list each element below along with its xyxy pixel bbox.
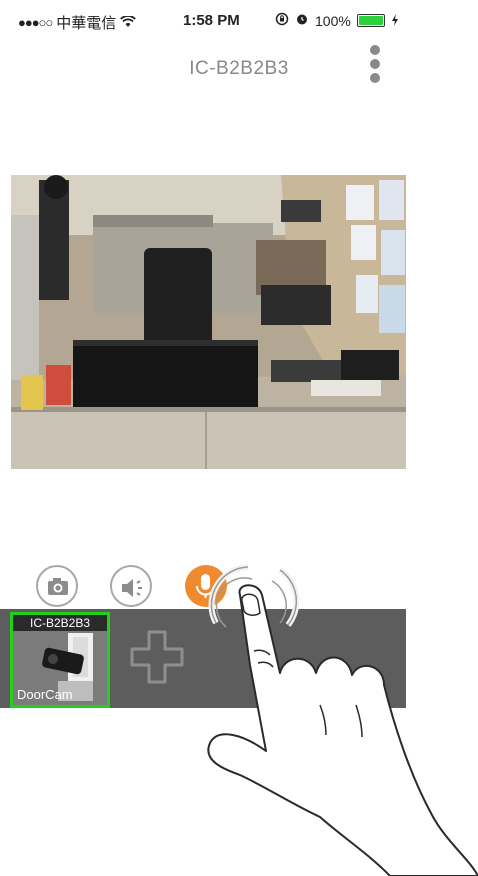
more-dot-icon [370, 59, 380, 69]
camera-icon [48, 578, 68, 595]
carrier-name: 中華電信 [56, 15, 117, 32]
orientation-lock-icon [275, 12, 289, 29]
battery-icon [356, 14, 385, 27]
camera-thumbnail-name: IC-B2B2B3 [13, 615, 107, 631]
more-dot-icon [370, 73, 380, 83]
speaker-icon [122, 579, 142, 597]
plus-icon [130, 630, 184, 684]
add-camera-button[interactable] [122, 622, 192, 692]
wifi-icon [120, 14, 137, 31]
status-bar: ●●●○○ 中華電信 1:58 PM 100% [0, 0, 478, 40]
clock: 1:58 PM [183, 12, 240, 29]
more-dot-icon [370, 45, 380, 55]
charging-icon [391, 13, 399, 29]
battery-percent: 100% [315, 12, 351, 29]
microphone-button[interactable] [185, 565, 227, 607]
more-options-button[interactable] [364, 42, 386, 86]
camera-thumbnail-label: DoorCam [17, 687, 73, 702]
signal-strength-icon: ●●●○○ [18, 15, 53, 30]
live-video-feed[interactable] [11, 175, 406, 469]
carrier-area: ●●●○○ 中華電信 [18, 12, 137, 33]
camera-title: IC-B2B2B3 [189, 58, 289, 79]
alarm-icon [295, 12, 309, 29]
camera-thumbnail[interactable]: IC-B2B2B3 DoorCam [10, 612, 110, 708]
status-icons: 100% [275, 12, 399, 29]
snapshot-button[interactable] [36, 565, 78, 607]
microphone-icon [196, 574, 215, 598]
speaker-button[interactable] [110, 565, 152, 607]
